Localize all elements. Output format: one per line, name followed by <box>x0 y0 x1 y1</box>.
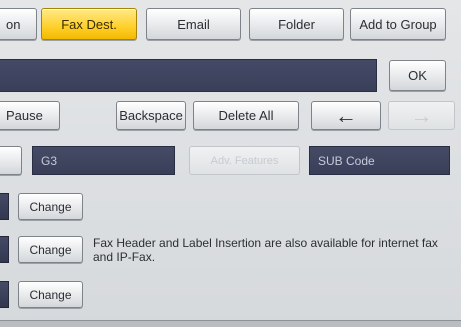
pause-button[interactable]: Pause <box>0 101 60 130</box>
delete-all-button[interactable]: Delete All <box>193 101 299 130</box>
tab-fax-dest[interactable]: Fax Dest. <box>41 8 137 40</box>
fax-header-note: Fax Header and Label Insertion are also … <box>93 236 438 264</box>
tab-folder[interactable]: Folder <box>249 8 344 40</box>
tab-email[interactable]: Email <box>146 8 241 40</box>
option-indicator-2 <box>0 236 9 263</box>
tab-add-to-group[interactable]: Add to Group <box>350 8 446 40</box>
line-type-field[interactable]: G3 <box>32 146 175 175</box>
arrow-left-icon: ← <box>335 102 357 128</box>
sub-code-field[interactable]: SUB Code <box>309 146 450 175</box>
arrow-right-icon: → <box>410 102 433 128</box>
destination-input[interactable] <box>0 59 377 92</box>
bottom-divider <box>0 320 461 327</box>
adv-features-button: Adv. Features <box>189 146 300 175</box>
ok-button[interactable]: OK <box>389 60 446 91</box>
option-indicator-1 <box>0 193 9 220</box>
arrow-left-button[interactable]: ← <box>311 101 381 130</box>
arrow-right-button: → <box>388 101 455 130</box>
option-indicator-3 <box>0 281 9 308</box>
change-button-2[interactable]: Change <box>18 236 83 263</box>
change-button-3[interactable]: Change <box>18 281 83 308</box>
line-option-partial[interactable] <box>0 146 22 175</box>
fax-destination-panel: on Fax Dest. Email Folder Add to Group O… <box>0 0 461 327</box>
change-button-1[interactable]: Change <box>18 193 83 220</box>
tab-partial[interactable]: on <box>0 8 37 40</box>
backspace-button[interactable]: Backspace <box>116 101 186 130</box>
